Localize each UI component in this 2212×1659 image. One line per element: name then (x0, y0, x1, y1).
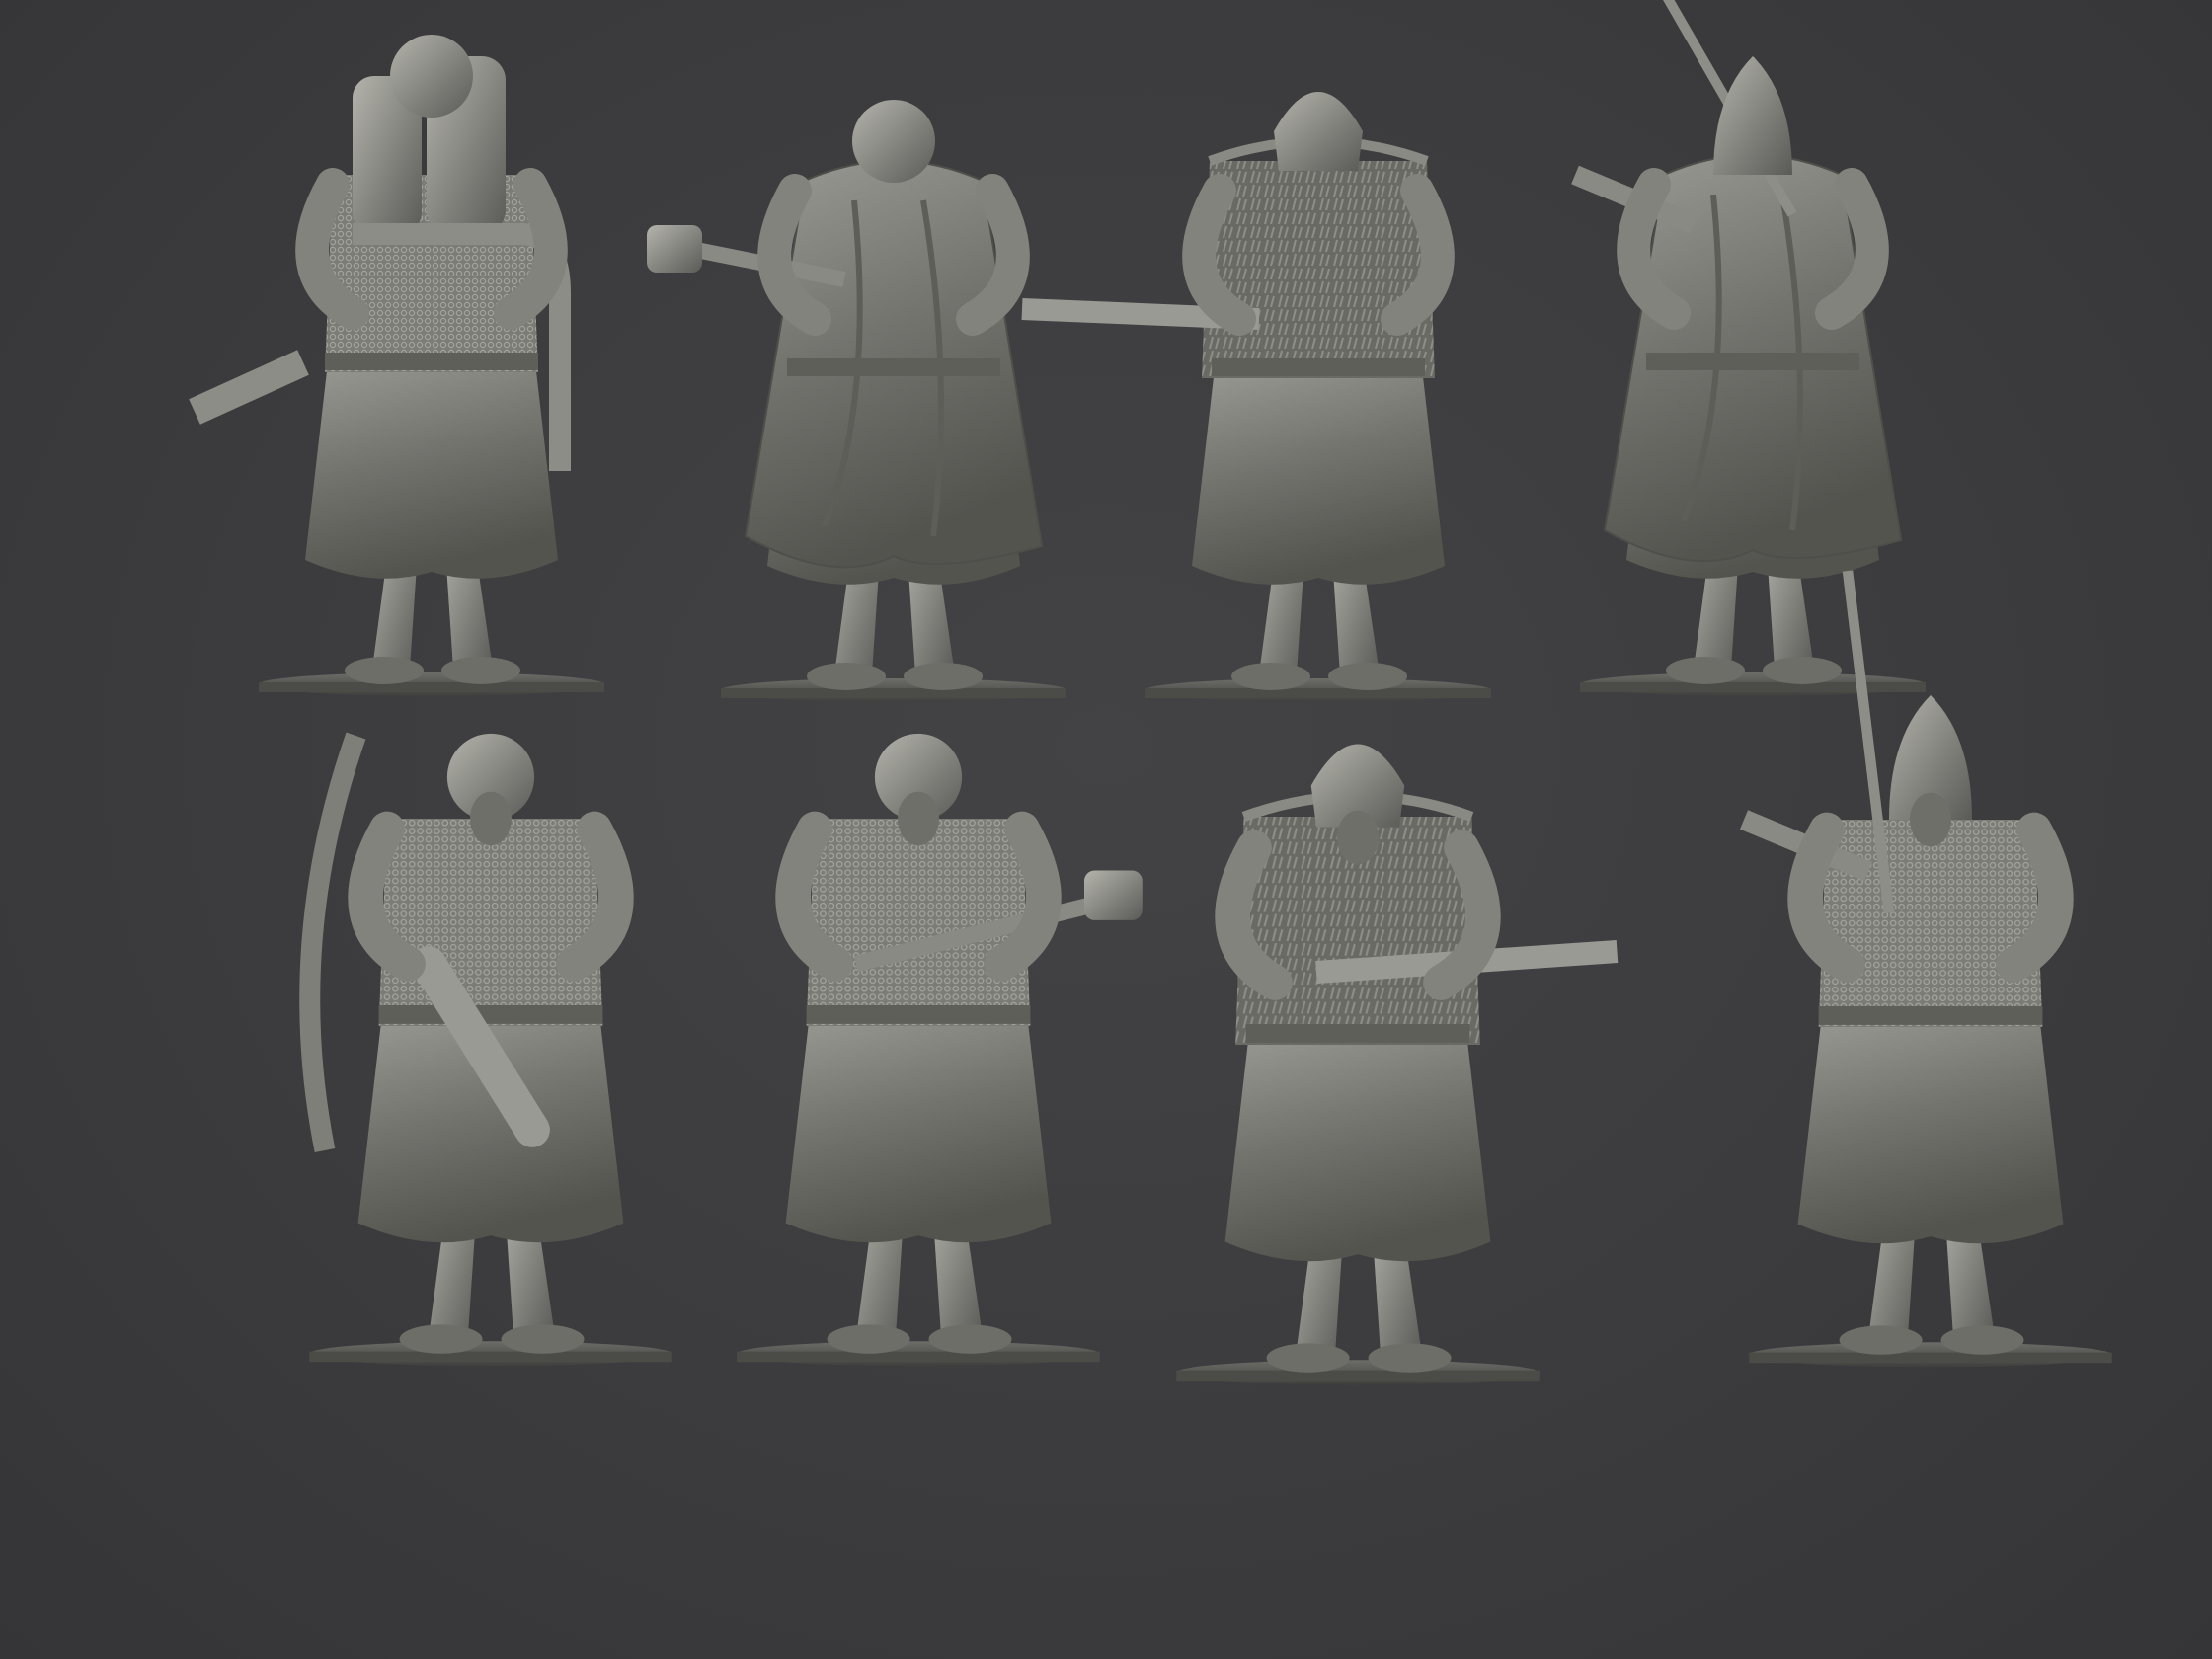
miniature-mace-back (647, 100, 1066, 702)
miniature-lineup (189, 0, 2112, 1385)
miniature-shotgun-front (1176, 744, 1619, 1385)
miniature-shotgun-back (1021, 92, 1491, 702)
miniature-flamer-back (189, 35, 604, 696)
miniature-sword-back (1571, 0, 1926, 696)
miniature-mace-front (737, 733, 1143, 1367)
render-viewport (0, 0, 2212, 1659)
miniature-flamer-front (299, 732, 672, 1367)
